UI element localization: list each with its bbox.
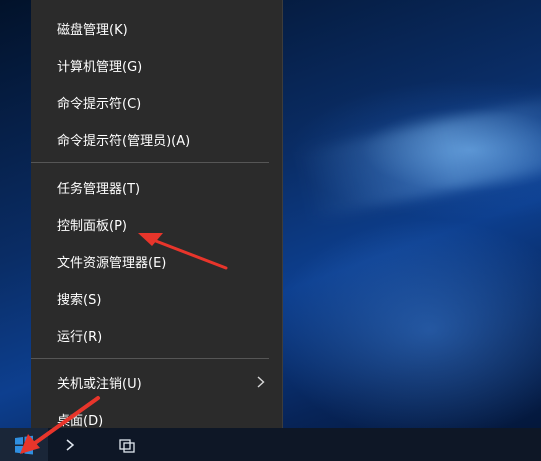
menu-item-command-prompt-admin[interactable]: 命令提示符(管理员)(A)	[31, 121, 282, 157]
menu-item-task-manager[interactable]: 任务管理器(T)	[31, 169, 282, 205]
chevron-icon[interactable]	[62, 436, 80, 454]
menu-item-shutdown-signout[interactable]: 关机或注销(U)	[31, 364, 282, 400]
menu-item-search[interactable]: 搜索(S)	[31, 280, 282, 316]
menu-item-label: 运行(R)	[57, 329, 103, 345]
menu-item-computer-management[interactable]: 计算机管理(G)	[31, 47, 282, 83]
menu-item-file-explorer[interactable]: 文件资源管理器(E)	[31, 243, 282, 279]
windows-logo-icon	[15, 435, 33, 454]
menu-item-label: 搜索(S)	[57, 292, 102, 308]
menu-item-label: 文件资源管理器(E)	[57, 255, 167, 271]
menu-item-desktop[interactable]: 桌面(D)	[31, 401, 282, 437]
menu-item-label: 命令提示符(管理员)(A)	[57, 133, 191, 149]
menu-item-disk-management[interactable]: 磁盘管理(K)	[31, 10, 282, 46]
menu-divider	[31, 358, 269, 359]
menu-item-label: 控制面板(P)	[57, 218, 127, 234]
winx-context-menu: 磁盘管理(K) 计算机管理(G) 命令提示符(C) 命令提示符(管理员)(A) …	[31, 0, 283, 429]
menu-item-control-panel[interactable]: 控制面板(P)	[31, 206, 282, 242]
menu-item-command-prompt[interactable]: 命令提示符(C)	[31, 84, 282, 120]
menu-item-label: 任务管理器(T)	[57, 181, 141, 197]
task-view-icon[interactable]	[118, 436, 136, 454]
menu-item-label: 命令提示符(C)	[57, 96, 142, 112]
menu-item-label: 计算机管理(G)	[57, 59, 143, 75]
chevron-right-icon	[257, 376, 265, 388]
menu-item-label: 关机或注销(U)	[57, 376, 142, 392]
wallpaper-light-beam	[296, 89, 541, 221]
menu-item-run[interactable]: 运行(R)	[31, 317, 282, 353]
menu-item-label: 磁盘管理(K)	[57, 22, 128, 38]
menu-item-label: 桌面(D)	[57, 413, 104, 429]
menu-divider	[31, 162, 269, 163]
